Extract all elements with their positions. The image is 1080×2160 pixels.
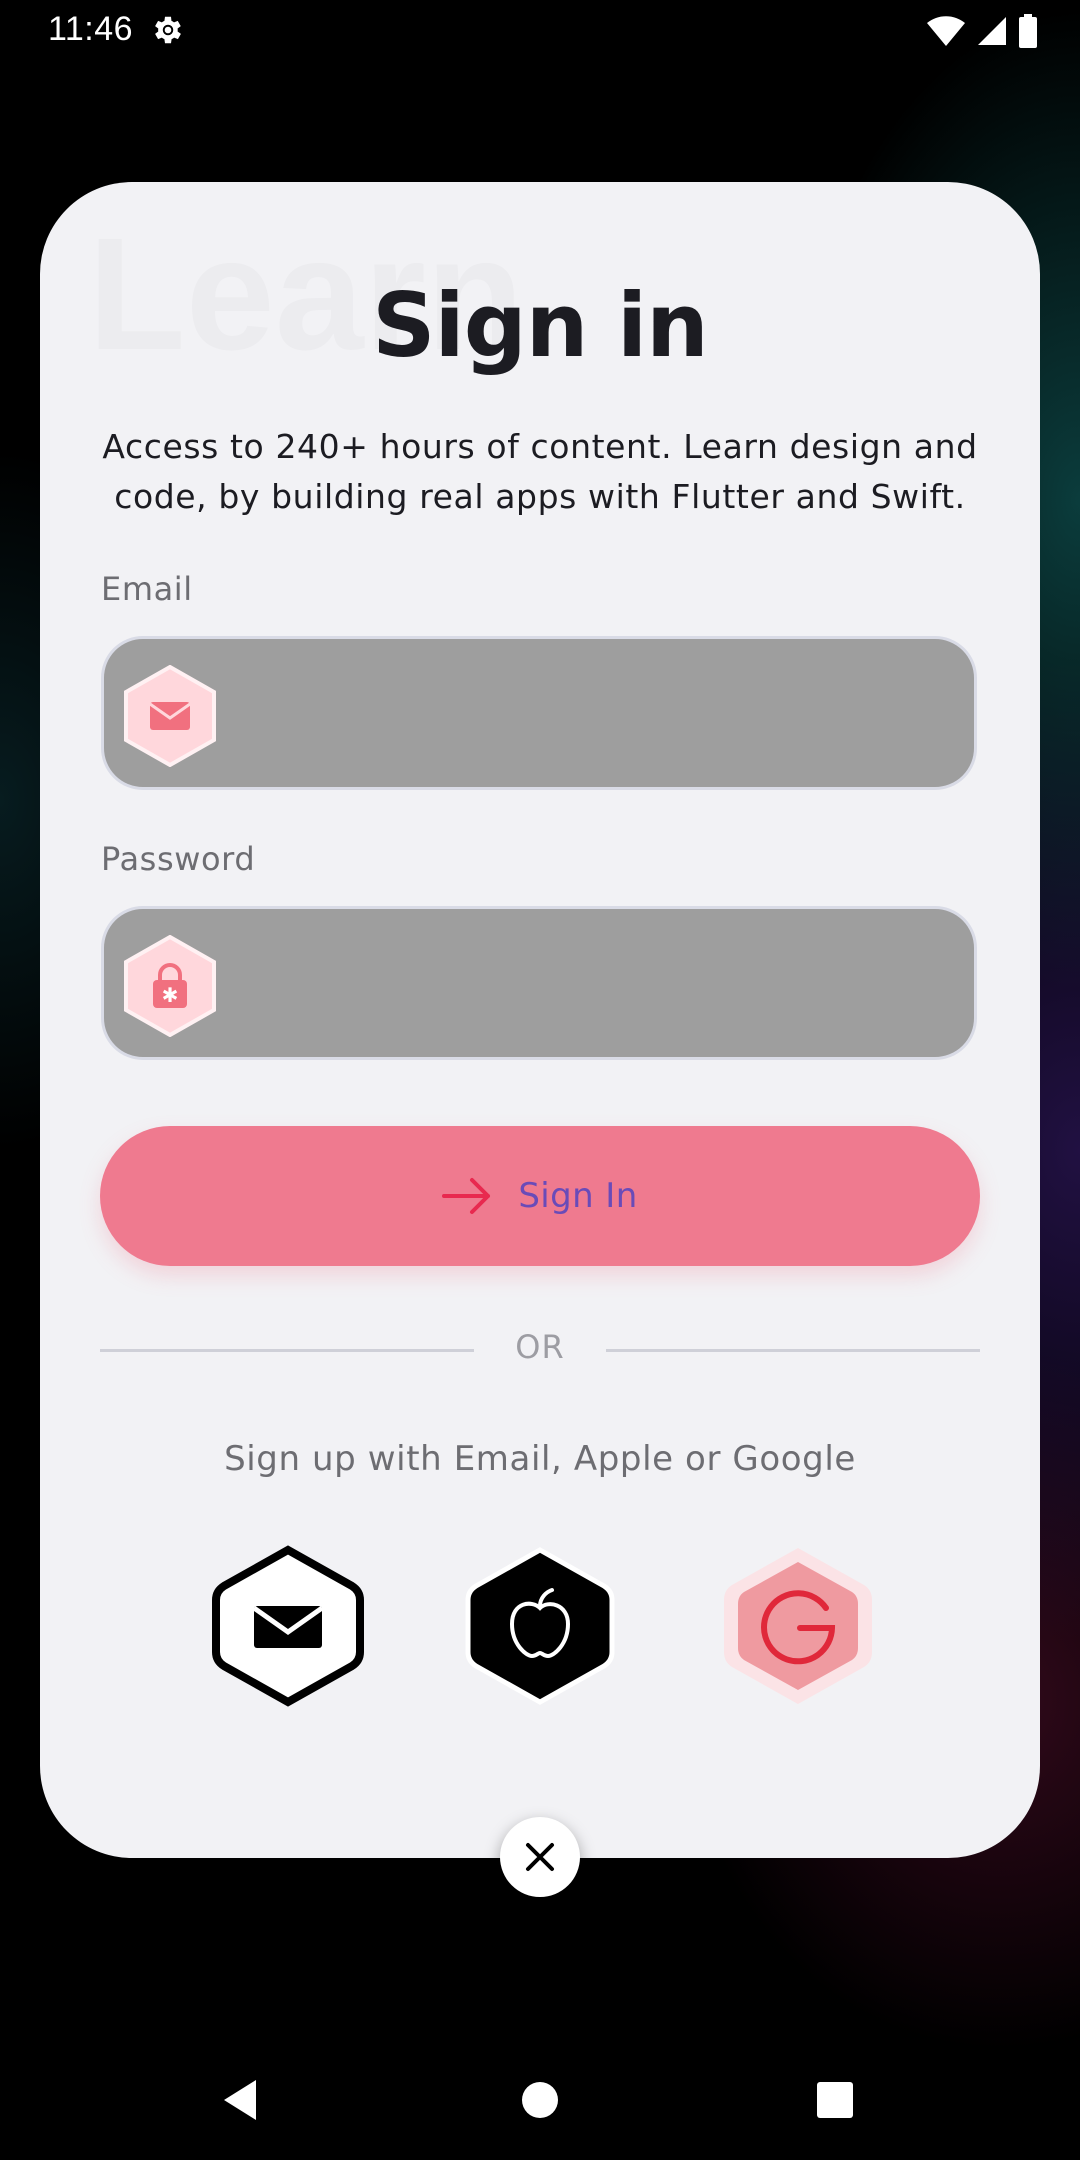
close-button[interactable] xyxy=(500,1817,580,1897)
apple-icon xyxy=(465,1547,615,1705)
svg-text:✱: ✱ xyxy=(162,983,179,1007)
close-icon xyxy=(526,1843,554,1871)
or-divider-text: OR xyxy=(515,1328,565,1366)
subtitle: Access to 240+ hours of content. Learn d… xyxy=(102,427,978,516)
page-title: Sign in xyxy=(372,274,709,377)
email-label: Email xyxy=(101,570,193,608)
password-label: Password xyxy=(101,840,256,878)
sign-in-card: Learn Sign in Access to 240+ hours of co… xyxy=(40,182,1040,1858)
email-input[interactable] xyxy=(234,639,958,789)
recents-icon[interactable] xyxy=(816,2081,854,2119)
status-time: 11:46 xyxy=(48,10,134,48)
signal-icon xyxy=(978,17,1006,45)
google-icon xyxy=(724,1548,872,1704)
lock-icon: ✱ xyxy=(124,935,216,1037)
signup-prompt: Sign up with Email, Apple or Google xyxy=(224,1439,856,1479)
password-field-container[interactable]: ✱ xyxy=(101,906,977,1060)
battery-icon xyxy=(1019,14,1037,48)
sign-in-button-label: Sign In xyxy=(518,1176,638,1216)
home-icon[interactable] xyxy=(520,2080,560,2120)
google-signup-button[interactable] xyxy=(720,1544,876,1708)
divider-right xyxy=(606,1349,980,1352)
email-field-container[interactable] xyxy=(101,636,977,790)
email-signup-button[interactable] xyxy=(210,1544,366,1708)
back-icon[interactable] xyxy=(220,2078,262,2122)
status-bar: 11:46 xyxy=(0,0,1080,62)
apple-signup-button[interactable] xyxy=(462,1544,618,1708)
mail-icon xyxy=(212,1545,364,1707)
sign-in-button[interactable]: Sign In xyxy=(100,1126,980,1266)
gear-icon xyxy=(155,16,181,44)
navigation-bar xyxy=(0,2040,1080,2160)
mail-icon xyxy=(124,665,216,767)
arrow-right-icon xyxy=(442,1178,491,1214)
wifi-icon xyxy=(927,16,965,46)
password-input[interactable] xyxy=(234,909,958,1059)
